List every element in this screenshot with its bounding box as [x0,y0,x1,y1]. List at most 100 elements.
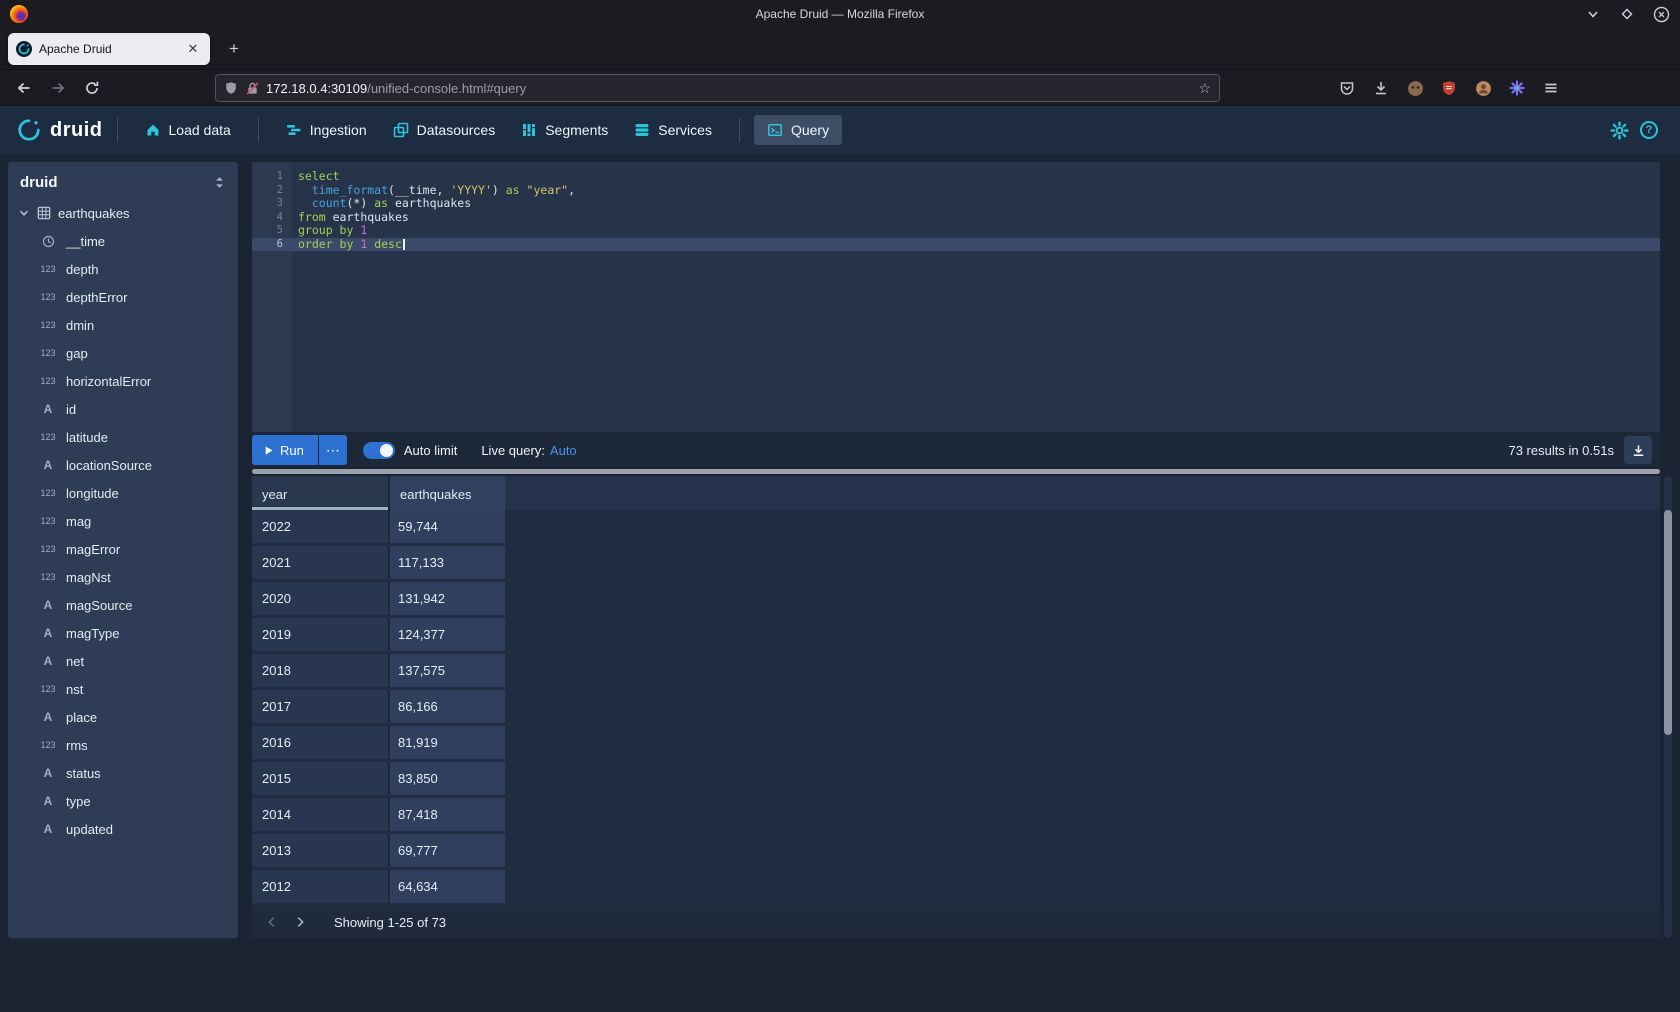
pinwheel-extension-icon[interactable] [1504,75,1530,101]
nav-item-ingestion[interactable]: Ingestion [273,115,380,145]
live-query-value[interactable]: Auto [550,443,577,458]
sidebar-column-__time[interactable]: __time [8,227,238,255]
run-button[interactable]: Run [252,435,318,465]
sidebar-column-magSource[interactable]: AmagSource [8,591,238,619]
sidebar-column-longitude[interactable]: 123longitude [8,479,238,507]
table-cell[interactable]: 64,634 [390,870,505,903]
table-row[interactable]: 201583,850 [252,762,1660,795]
table-row[interactable]: 2019124,377 [252,618,1660,651]
download-results-button[interactable] [1624,436,1652,464]
table-cell[interactable]: 2021 [252,546,390,579]
sidebar-column-magType[interactable]: AmagType [8,619,238,647]
sidebar-column-place[interactable]: Aplace [8,703,238,731]
sidebar-column-rms[interactable]: 123rms [8,731,238,759]
table-cell[interactable]: 2017 [252,690,390,723]
tab-apache-druid[interactable]: Apache Druid ✕ [8,33,210,65]
table-row[interactable]: 2018137,575 [252,654,1660,687]
table-row[interactable]: 201681,919 [252,726,1660,759]
sidebar-column-magNst[interactable]: 123magNst [8,563,238,591]
table-cell[interactable]: 2015 [252,762,390,795]
settings-gear-icon[interactable] [1604,115,1634,145]
nav-item-load-data[interactable]: Load data [132,115,244,145]
nav-item-query[interactable]: Query [754,115,842,145]
table-cell[interactable]: 2018 [252,654,390,687]
table-row[interactable]: 201264,634 [252,870,1660,903]
nav-item-segments[interactable]: Segments [508,115,621,145]
sidebar-column-type[interactable]: Atype [8,787,238,815]
sidebar-column-id[interactable]: Aid [8,395,238,423]
sidebar-column-updated[interactable]: Aupdated [8,815,238,843]
table-cell[interactable]: 59,744 [390,510,505,543]
table-row[interactable]: 201487,418 [252,798,1660,831]
table-cell[interactable]: 87,418 [390,798,505,831]
run-more-button[interactable]: ⋯ [319,435,347,465]
url-bar[interactable]: 172.18.0.4:30109/unified-console.html#qu… [215,74,1220,102]
window-maximize-button[interactable] [1616,3,1638,25]
table-row[interactable]: 202259,744 [252,510,1660,543]
sidebar-column-locationSource[interactable]: AlocationSource [8,451,238,479]
table-cell[interactable]: 81,919 [390,726,505,759]
horizontal-scrollbar-thumb[interactable] [252,469,1660,474]
nav-item-datasources[interactable]: Datasources [380,115,509,145]
table-row[interactable]: 2020131,942 [252,582,1660,615]
table-cell[interactable]: 124,377 [390,618,505,651]
sidebar-column-latitude[interactable]: 123latitude [8,423,238,451]
downloads-icon[interactable] [1368,75,1394,101]
table-cell[interactable]: 2014 [252,798,390,831]
profile-avatar-icon[interactable] [1470,75,1496,101]
chevron-down-icon[interactable] [18,207,30,219]
sidebar-column-magError[interactable]: 123magError [8,535,238,563]
window-minimize-button[interactable] [1582,3,1604,25]
tracking-shield-icon[interactable] [224,81,238,95]
sidebar-column-gap[interactable]: 123gap [8,339,238,367]
next-page-button[interactable] [286,908,314,936]
new-tab-button[interactable]: + [222,37,246,61]
sql-editor[interactable]: 123456 select time_format(__time, 'YYYY'… [252,162,1660,432]
editor-code[interactable]: select time_format(__time, 'YYYY') as "y… [292,162,1660,432]
sidebar-column-horizontalError[interactable]: 123horizontalError [8,367,238,395]
auto-limit-toggle[interactable] [363,442,395,459]
druid-logo[interactable]: druid [16,117,103,143]
table-cell[interactable]: 131,942 [390,582,505,615]
column-header-year[interactable]: year [252,476,390,510]
datasource-earthquakes[interactable]: earthquakes [8,199,238,227]
help-icon[interactable]: ? [1634,115,1664,145]
table-cell[interactable]: 2012 [252,870,390,903]
sidebar-column-net[interactable]: Anet [8,647,238,675]
table-cell[interactable]: 137,575 [390,654,505,687]
table-cell[interactable]: 2013 [252,834,390,867]
table-row[interactable]: 201369,777 [252,834,1660,867]
insecure-lock-icon[interactable] [245,81,260,96]
forward-button[interactable] [44,74,72,102]
bookmark-star-icon[interactable]: ☆ [1198,80,1211,97]
sidebar-column-nst[interactable]: 123nst [8,675,238,703]
sidebar-column-status[interactable]: Astatus [8,759,238,787]
schema-selector[interactable]: druid [8,162,238,199]
extension-monkey-icon[interactable] [1402,75,1428,101]
window-close-button[interactable] [1650,3,1672,25]
sidebar-column-depth[interactable]: 123depth [8,255,238,283]
table-cell[interactable]: 2022 [252,510,390,543]
sidebar-column-dmin[interactable]: 123dmin [8,311,238,339]
table-cell[interactable]: 117,133 [390,546,505,579]
nav-item-services[interactable]: Services [621,115,725,145]
ublock-shield-icon[interactable] [1436,75,1462,101]
reload-button[interactable] [78,74,106,102]
table-cell[interactable]: 69,777 [390,834,505,867]
table-cell[interactable]: 2019 [252,618,390,651]
table-cell[interactable]: 86,166 [390,690,505,723]
sidebar-column-mag[interactable]: 123mag [8,507,238,535]
table-cell[interactable]: 2020 [252,582,390,615]
sidebar-column-depthError[interactable]: 123depthError [8,283,238,311]
table-cell[interactable]: 2016 [252,726,390,759]
table-row[interactable]: 2021117,133 [252,546,1660,579]
menu-hamburger-icon[interactable] [1538,75,1564,101]
save-to-pocket-icon[interactable] [1334,75,1360,101]
table-row[interactable]: 201786,166 [252,690,1660,723]
back-button[interactable] [10,74,38,102]
vertical-scrollbar-thumb[interactable] [1664,510,1672,735]
column-header-earthquakes[interactable]: earthquakes [390,476,505,510]
table-cell[interactable]: 83,850 [390,762,505,795]
previous-page-button[interactable] [258,908,286,936]
tab-close-icon[interactable]: ✕ [184,41,202,57]
